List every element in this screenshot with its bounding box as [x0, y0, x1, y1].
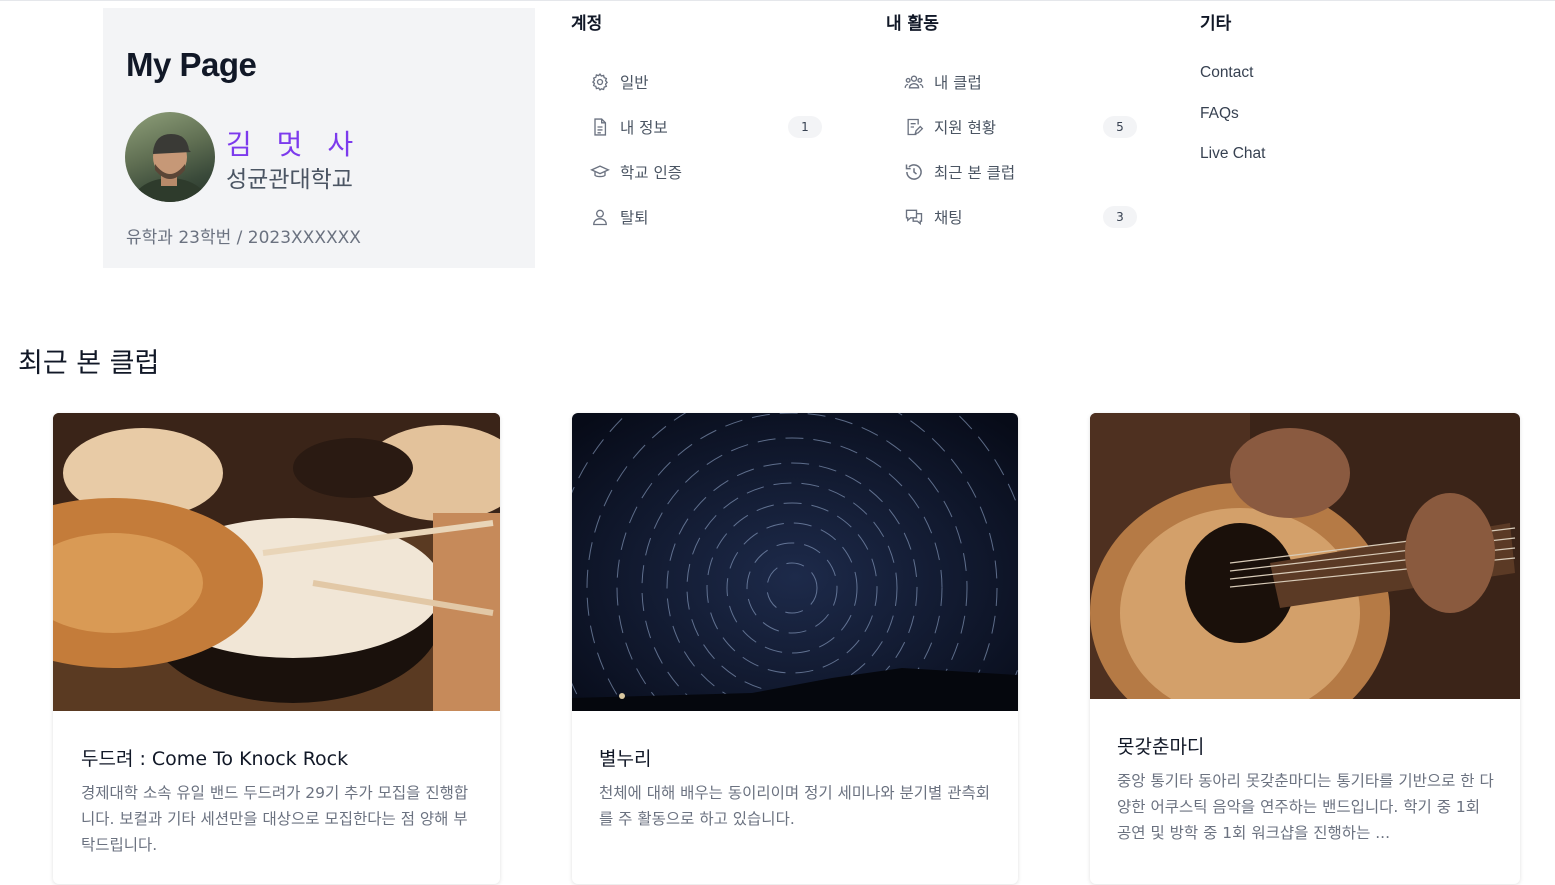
menu-item-my-info[interactable]: 내 정보: [590, 113, 668, 141]
account-heading: 계정: [571, 14, 603, 34]
menu-item-label: 탈퇴: [620, 209, 649, 227]
menu-item-general[interactable]: 일반: [590, 68, 649, 96]
star-trails-photo: [572, 413, 1018, 829]
menu-item-recent-clubs[interactable]: 최근 본 클럽: [904, 158, 1015, 186]
page-title: My Page: [126, 46, 257, 83]
card-description: 중앙 통기타 동아리 못갖춘마디는 통기타를 기반으로 한 다양한 어쿠스틱 음…: [1117, 772, 1494, 842]
user-name: 김 멋 사: [226, 128, 362, 161]
card-title: 두드려 : Come To Knock Rock: [81, 748, 349, 770]
my-info-count-badge: 1: [788, 116, 822, 138]
card-description: 천체에 대해 배우는 동이리이며 정기 세미나와 분기별 관측회를 주 활동으로…: [599, 784, 990, 828]
menu-item-my-clubs[interactable]: 내 클럽: [904, 68, 982, 96]
menu-item-applications[interactable]: 지원 현황: [904, 113, 996, 141]
club-card-drumroll[interactable]: 두드려 : Come To Knock Rock 경제대학 소속 유일 밴드 두…: [53, 413, 500, 884]
avatar[interactable]: [125, 112, 215, 202]
menu-item-label: 채팅: [934, 209, 963, 227]
history-icon: [904, 162, 924, 182]
document-icon: [590, 117, 610, 137]
acoustic-guitar-photo: [1090, 413, 1520, 743]
contact-link[interactable]: Contact: [1200, 64, 1253, 82]
profile-panel: My Page 김 멋 사 성균관대학교 유학과 23학번 / 2023XXXX…: [103, 8, 535, 268]
applications-count-badge: 5: [1103, 116, 1137, 138]
user-student-info: 유학과 23학번 / 2023XXXXXX: [126, 228, 361, 248]
user-school: 성균관대학교: [226, 167, 353, 193]
menu-item-label: 내 클럽: [934, 74, 982, 92]
menu-item-school-verify[interactable]: 학교 인증: [590, 158, 682, 186]
menu-item-label: 내 정보: [620, 119, 668, 137]
menu-item-label: 지원 현황: [934, 119, 996, 137]
menu-item-label: 최근 본 클럽: [934, 164, 1016, 182]
menu-item-label: 학교 인증: [620, 164, 682, 182]
club-card-byeolnuri[interactable]: 별누리 천체에 대해 배우는 동이리이며 정기 세미나와 분기별 관측회를 주 …: [572, 413, 1018, 884]
etc-menu: 기타: [1200, 9, 1231, 34]
chat-icon: [904, 207, 924, 227]
faqs-link[interactable]: FAQs: [1200, 105, 1239, 123]
chat-count-badge: 3: [1103, 206, 1137, 228]
activity-heading: 내 활동: [886, 14, 939, 34]
avatar-portrait-icon: [130, 134, 210, 202]
menu-item-withdraw[interactable]: 탈퇴: [590, 203, 649, 231]
user-icon: [590, 207, 610, 227]
club-card-mot-gatchun-madi[interactable]: 못갖춘마디 중앙 통기타 동아리 못갖춘마디는 통기타를 기반으로 한 다양한 …: [1090, 413, 1520, 884]
account-menu: 계정: [571, 9, 602, 34]
users-group-icon: [904, 72, 924, 92]
card-title: 못갖춘마디: [1117, 736, 1205, 758]
drum-kit-photo: [53, 413, 500, 711]
etc-heading: 기타: [1200, 14, 1232, 34]
document-edit-icon: [904, 117, 924, 137]
menu-item-chat[interactable]: 채팅: [904, 203, 963, 231]
card-description: 경제대학 소속 유일 밴드 두드려가 29기 추가 모집을 진행합니다. 보컬과…: [81, 784, 469, 854]
card-title: 별누리: [599, 748, 652, 770]
recent-clubs-title: 최근 본 클럽: [18, 348, 160, 379]
graduation-cap-icon: [590, 162, 610, 182]
menu-item-label: 일반: [620, 74, 649, 92]
live-chat-link[interactable]: Live Chat: [1200, 145, 1265, 163]
activity-menu: 내 활동: [886, 9, 939, 34]
gear-icon: [590, 72, 610, 92]
